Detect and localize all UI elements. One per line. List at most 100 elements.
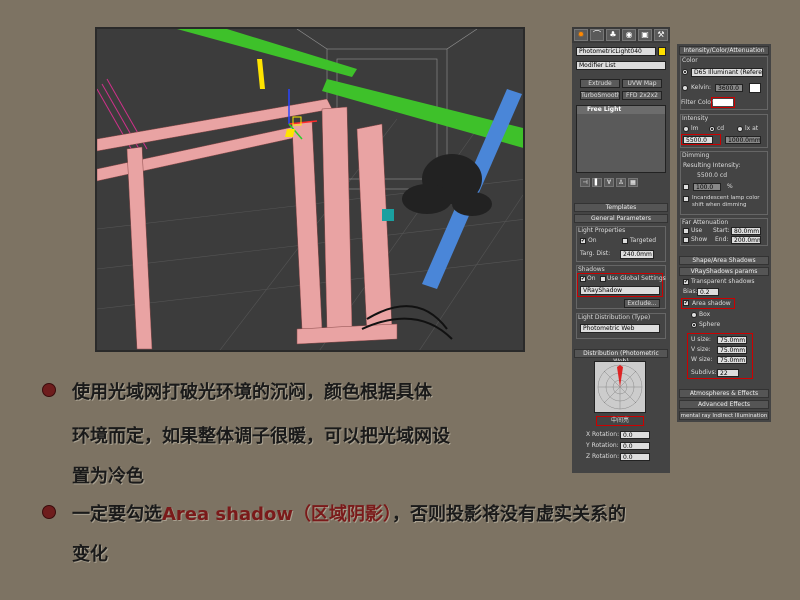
pin-stack-icon[interactable]: ⊣	[580, 178, 590, 187]
note-line-4: 一定要勾选Area shadow（区域阴影），否则投影将没有虚实关系的	[72, 500, 626, 526]
shadow-on-checkbox[interactable]: ✔	[580, 276, 586, 282]
transparent-shadows-label: Transparent shadows	[691, 278, 755, 285]
intensity-label: Intensity	[682, 115, 709, 122]
y-rotation-field[interactable]: 0.0	[620, 442, 650, 450]
dimming-checkbox[interactable]	[683, 184, 689, 190]
x-rotation-field[interactable]: 0.0	[620, 431, 650, 439]
preset-dropdown[interactable]: D65 Illuminant (Refere	[691, 68, 763, 77]
photometric-web-preview	[594, 361, 646, 413]
mental-ray-rollout[interactable]: mental ray Indirect Illumination	[679, 411, 769, 420]
targ-dist-label: Targ. Dist:	[580, 250, 611, 257]
shape-area-shadows-rollout[interactable]: Shape/Area Shadows	[679, 256, 769, 265]
subdivs-field[interactable]: 22	[717, 369, 739, 377]
preset-radio[interactable]	[682, 69, 688, 75]
stack-item-free-light[interactable]: Free Light	[577, 106, 665, 114]
distribution-dropdown[interactable]: Photometric Web	[580, 324, 660, 333]
kelvin-swatch[interactable]	[749, 83, 761, 93]
box-radio[interactable]	[691, 312, 697, 318]
remove-modifier-icon[interactable]: ♙	[616, 178, 626, 187]
modifier-stack[interactable]: Free Light	[576, 105, 666, 173]
use-label: Use	[691, 227, 703, 234]
lx-at-radio[interactable]	[737, 126, 743, 132]
intensity-value-field[interactable]: 5500.0	[683, 136, 713, 144]
viewport[interactable]	[95, 27, 525, 352]
area-shadow-checkbox[interactable]: ✔	[683, 300, 689, 306]
sun-icon[interactable]: ✹	[574, 29, 588, 41]
end-label: End:	[715, 236, 729, 243]
incandescent-checkbox[interactable]	[683, 196, 689, 202]
make-unique-icon[interactable]: ∀	[604, 178, 614, 187]
exclude-button[interactable]: Exclude...	[624, 299, 660, 308]
box-label: Box	[699, 311, 711, 318]
bias-field[interactable]: 0.2	[697, 288, 719, 296]
hammer-icon[interactable]: ⚒	[654, 29, 668, 41]
cd-radio[interactable]	[709, 126, 715, 132]
start-field[interactable]: 80.0mm	[731, 227, 761, 235]
object-color-swatch[interactable]	[658, 47, 666, 56]
bullet-2	[42, 505, 56, 519]
v-size-field[interactable]: 75.0mm	[717, 346, 747, 354]
shadow-type-dropdown[interactable]: VRayShadow	[580, 286, 660, 295]
atmospheres-effects-rollout[interactable]: Atmospheres & Effects	[679, 389, 769, 398]
lm-radio[interactable]	[683, 126, 689, 132]
end-field[interactable]: 200.0mm	[731, 236, 761, 244]
light-on-checkbox[interactable]: ✔	[580, 238, 586, 244]
templates-rollout[interactable]: Templates	[574, 203, 668, 212]
general-parameters-rollout[interactable]: General Parameters	[574, 214, 668, 223]
use-checkbox[interactable]	[683, 228, 689, 234]
light-on-label: On	[588, 237, 597, 244]
filter-color-swatch[interactable]	[713, 99, 733, 106]
note-line-5: 变化	[72, 544, 108, 565]
light-distribution-label: Light Distribution (Type)	[578, 314, 651, 321]
distribution-rollout[interactable]: Distribution (Photometric Web)	[574, 349, 668, 365]
show-end-icon[interactable]: ▌	[592, 178, 602, 187]
z-rotation-label: Z Rotation:	[586, 453, 620, 460]
x-rotation-label: X Rotation:	[586, 431, 620, 438]
scene-render	[97, 29, 523, 350]
w-size-field[interactable]: 75.0mm	[717, 356, 747, 364]
targ-dist-field[interactable]: 240.0mm	[620, 250, 654, 259]
targeted-label: Targeted	[630, 237, 657, 244]
web-file-button[interactable]: 中间亮	[596, 417, 644, 425]
note-line-1: 使用光域网打破光环境的沉闷，颜色根据具体	[72, 382, 432, 403]
ffd-button[interactable]: FFD 2x2x2	[622, 91, 662, 100]
color-label: Color	[682, 57, 698, 64]
start-label: Start:	[713, 227, 730, 234]
hierarchy-icon[interactable]: ♣	[606, 29, 620, 41]
cd-label: cd	[717, 125, 725, 132]
use-global-checkbox[interactable]	[600, 276, 606, 282]
curve-icon[interactable]: ⌒	[590, 29, 604, 41]
kelvin-field[interactable]: 3600.0	[715, 84, 743, 92]
transparent-shadows-checkbox[interactable]: ✔	[683, 279, 689, 285]
bias-label: Bias:	[683, 288, 698, 295]
intensity-rollout[interactable]: Intensity/Color/Attenuation	[679, 46, 769, 55]
intensity-distance-field[interactable]: 1000.0mm	[725, 136, 761, 144]
subdivs-label: Subdivs:	[691, 369, 717, 376]
sphere-radio[interactable]	[691, 322, 697, 328]
note-line-4-pre: 一定要勾选	[72, 504, 162, 525]
show-checkbox[interactable]	[683, 237, 689, 243]
display-icon[interactable]: ▣	[638, 29, 652, 41]
u-size-field[interactable]: 75.0mm	[717, 336, 747, 344]
turbosmooth-button[interactable]: TurboSmooth	[580, 91, 620, 100]
light-properties-label: Light Properties	[578, 227, 626, 234]
extrude-button[interactable]: Extrude	[580, 79, 620, 88]
advanced-effects-rollout[interactable]: Advanced Effects	[679, 400, 769, 409]
percent-label: %	[727, 183, 733, 190]
motion-icon[interactable]: ◉	[622, 29, 636, 41]
object-name-field[interactable]: PhotometricLight040	[576, 47, 656, 56]
dimming-percent-field[interactable]: 100.0	[693, 183, 721, 191]
kelvin-radio[interactable]	[682, 85, 688, 91]
configure-icon[interactable]: ▦	[628, 178, 638, 187]
uvw-map-button[interactable]: UVW Map	[622, 79, 662, 88]
vrayshadows-params-rollout[interactable]: VRayShadows params	[679, 267, 769, 276]
modifier-list-dropdown[interactable]: Modifier List	[576, 61, 666, 70]
lm-label: lm	[691, 125, 699, 132]
modify-panel: PhotometricLight040 Modifier List Extrud…	[572, 43, 670, 473]
shadow-on-label: On	[587, 275, 596, 282]
z-rotation-field[interactable]: 0.0	[620, 453, 650, 461]
v-size-label: V size:	[691, 346, 711, 353]
targeted-checkbox[interactable]	[622, 238, 628, 244]
note-line-4-post: ，否则投影将没有虚实关系的	[391, 504, 626, 525]
far-attenuation-label: Far Attenuation	[682, 219, 729, 226]
